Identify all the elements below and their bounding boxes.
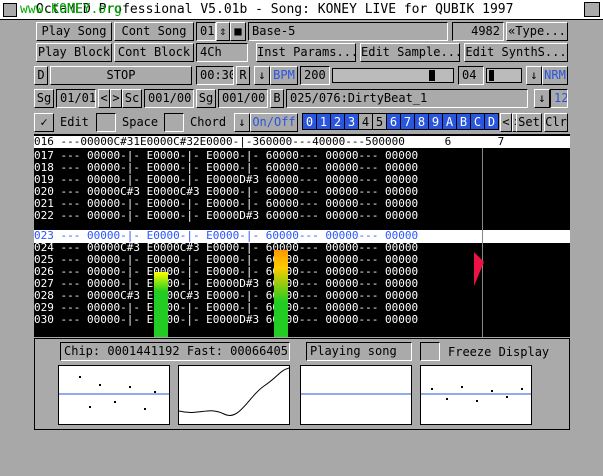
edit-synths-button[interactable]: Edit SynthS... xyxy=(464,43,568,62)
close-icon[interactable] xyxy=(3,3,17,17)
edit-sample-button[interactable]: Edit Sample... xyxy=(360,43,460,62)
channel-button[interactable]: A xyxy=(442,113,457,130)
sc-button[interactable]: Sc xyxy=(122,89,142,108)
chord-label: Chord xyxy=(190,115,227,129)
cont-block-button[interactable]: Cont Block xyxy=(114,43,194,62)
scope-wave-2 xyxy=(178,367,290,416)
channel-button[interactable]: 3 xyxy=(344,113,359,130)
sg-button[interactable]: Sg xyxy=(34,89,54,108)
pattern-row[interactable]: 030 --- 00000-|- E0000-|- E0000D#3 60000… xyxy=(34,314,570,326)
scope-channel-2 xyxy=(178,365,290,425)
cont-song-button[interactable]: Cont Song xyxy=(114,22,194,41)
pattern-editor[interactable]: 016 ---00000C#31E0000C#32E0000-|-360000-… xyxy=(34,134,570,337)
inst-params-button[interactable]: Inst Params... xyxy=(256,43,356,62)
play-time: 00:30 xyxy=(196,66,234,85)
stop-button[interactable]: STOP xyxy=(50,66,192,85)
lines-toggle-icon[interactable]: ↓ xyxy=(534,89,550,108)
speed-slider[interactable] xyxy=(486,68,522,83)
next-arrow-icon[interactable]: > xyxy=(110,89,122,108)
channel-button[interactable]: 8 xyxy=(414,113,429,130)
onoff-toggle-icon[interactable]: ↓ xyxy=(234,113,250,132)
scope-channel-4 xyxy=(420,365,532,425)
channel-button[interactable]: 5 xyxy=(372,113,387,130)
clr-button[interactable]: Clr xyxy=(544,113,568,132)
play-song-button[interactable]: Play Song xyxy=(36,22,112,41)
tempo-value[interactable]: 04 xyxy=(458,66,484,85)
sg2-button[interactable]: Sg xyxy=(196,89,216,108)
nrm-label[interactable]: NRM xyxy=(542,66,568,85)
channel-count[interactable]: 4Ch xyxy=(196,43,248,62)
channel-button[interactable]: 6 xyxy=(386,113,401,130)
vu-meter-green xyxy=(154,272,168,337)
channel-button[interactable]: 2 xyxy=(330,113,345,130)
sequence-position: 001/001 xyxy=(144,89,194,108)
d-button[interactable]: D xyxy=(34,66,48,85)
scope-wave-1 xyxy=(59,376,169,410)
watermark: www.KONEY.org xyxy=(20,2,122,17)
pattern-row[interactable]: 022 --- 00000-|- E0000-|- E0000D#3 60000… xyxy=(34,210,570,222)
set-button[interactable]: Set xyxy=(516,113,542,132)
edit-label: Edit xyxy=(60,115,89,129)
instrument-name[interactable]: Base-5 xyxy=(248,22,448,41)
scope-channel-3 xyxy=(300,365,412,425)
section-position: 01/01 xyxy=(56,89,96,108)
space-label: Space xyxy=(122,115,159,129)
channel-button[interactable]: 4 xyxy=(358,113,373,130)
playing-status: Playing song xyxy=(306,342,412,361)
block-button[interactable]: B xyxy=(270,89,284,108)
vu-meter-orange xyxy=(274,250,288,337)
prev-arrow-icon[interactable]: < xyxy=(98,89,110,108)
tempo-slider[interactable] xyxy=(332,68,454,83)
channel-button[interactable]: C xyxy=(470,113,485,130)
channel-button[interactable]: 0 xyxy=(302,113,317,130)
freeze-checkbox[interactable] xyxy=(420,342,440,361)
edit-checkbox[interactable]: ✓ xyxy=(34,113,54,132)
play-block-button[interactable]: Play Block xyxy=(36,43,112,62)
channel-prev-icon[interactable]: < xyxy=(500,113,512,132)
freeze-label: Freeze Display xyxy=(448,345,550,359)
channel-button[interactable]: 7 xyxy=(400,113,415,130)
channel-button[interactable]: 1 xyxy=(316,113,331,130)
type-menu-button[interactable]: «Type... xyxy=(506,22,568,41)
r-button[interactable]: R xyxy=(236,66,250,85)
channel-button[interactable]: 9 xyxy=(428,113,443,130)
lines-value[interactable]: 12 xyxy=(550,89,568,108)
song-position: 001/001 xyxy=(218,89,268,108)
chord-checkbox[interactable] xyxy=(164,113,184,132)
channel-button[interactable]: B xyxy=(456,113,471,130)
channel-button[interactable]: D xyxy=(484,113,499,130)
tempo-slider-knob[interactable] xyxy=(429,70,435,81)
block-info[interactable]: 025/076:DirtyBeat_1 xyxy=(286,89,528,108)
nrm-toggle-icon[interactable]: ↓ xyxy=(526,66,542,85)
depth-gadget-icon[interactable] xyxy=(584,2,600,17)
onoff-button[interactable]: On/Off xyxy=(250,113,298,132)
scope-channel-1 xyxy=(58,365,170,425)
track-separator xyxy=(482,148,483,337)
instrument-arrows-icon[interactable]: ⇕ xyxy=(216,22,230,41)
space-checkbox[interactable] xyxy=(96,113,116,132)
pattern-header-row: 016 ---00000C#31E0000C#32E0000-|-360000-… xyxy=(34,136,570,148)
scope-wave-4 xyxy=(421,386,531,402)
lock-icon[interactable]: ■ xyxy=(230,22,246,41)
scope-wave-3 xyxy=(301,393,411,395)
song-size: 4982 xyxy=(452,22,504,41)
bpm-label[interactable]: BPM xyxy=(270,66,298,85)
mouse-pointer-icon xyxy=(474,252,484,286)
speed-slider-knob[interactable] xyxy=(489,70,494,81)
bpm-toggle-icon[interactable]: ↓ xyxy=(254,66,270,85)
instrument-number[interactable]: 01 xyxy=(196,22,216,41)
memory-info: Chip: 0001441192 Fast: 0006640520 xyxy=(60,342,290,361)
bpm-value[interactable]: 200 xyxy=(300,66,330,85)
